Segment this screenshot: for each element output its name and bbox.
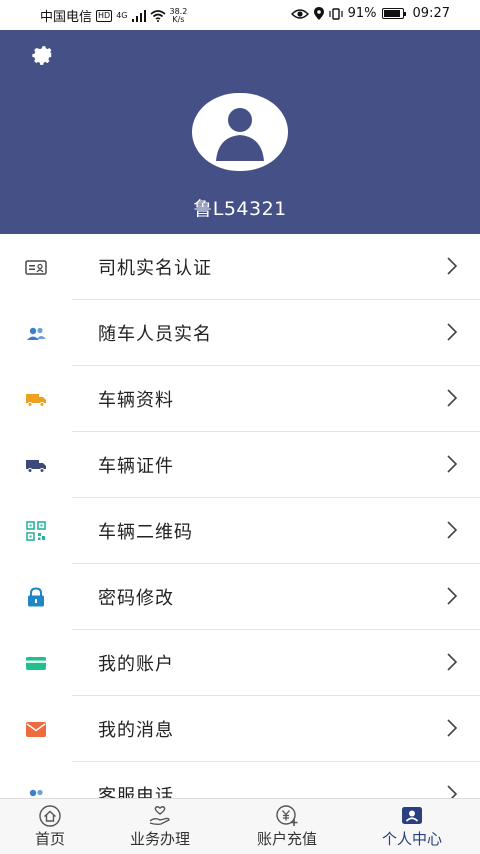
tab-yuan-add[interactable]: 账户充值 bbox=[232, 799, 342, 854]
vibrate-icon bbox=[329, 7, 343, 20]
bottom-nav: 首页 业务办理 账户充值 个人中心 bbox=[0, 798, 480, 854]
wifi-icon bbox=[149, 9, 166, 22]
yuan-add-icon bbox=[275, 805, 299, 827]
clock: 09:27 bbox=[412, 6, 450, 21]
menu-item-label: 司机实名认证 bbox=[98, 258, 212, 279]
profile-header: 鲁L54321 bbox=[0, 30, 480, 234]
battery-icon bbox=[381, 8, 406, 19]
tab-label: 个人中心 bbox=[381, 830, 442, 848]
eye-icon bbox=[290, 8, 309, 19]
menu-item-label: 密码修改 bbox=[98, 588, 174, 609]
net-speed: 38.2 K/s bbox=[170, 7, 188, 24]
service-hand-icon bbox=[148, 805, 172, 827]
menu-item[interactable]: 车辆证件 bbox=[0, 432, 480, 498]
truck-icon bbox=[25, 455, 47, 475]
menu-item[interactable]: 我的账户 bbox=[0, 630, 480, 696]
people-icon bbox=[25, 323, 47, 343]
mail-icon bbox=[25, 719, 47, 739]
menu-item[interactable]: 车辆二维码 bbox=[0, 498, 480, 564]
chevron-right-icon bbox=[446, 454, 458, 474]
tab-label: 账户充值 bbox=[256, 830, 317, 848]
user-avatar-icon bbox=[216, 108, 264, 161]
tab-label: 首页 bbox=[34, 830, 65, 848]
chevron-right-icon bbox=[446, 652, 458, 672]
card-icon bbox=[25, 653, 47, 673]
menu-item-label: 车辆证件 bbox=[98, 456, 174, 477]
tab-profile-card[interactable]: 个人中心 bbox=[357, 799, 467, 854]
chevron-right-icon bbox=[446, 520, 458, 540]
chevron-right-icon bbox=[446, 718, 458, 738]
status-bar: 中国电信 HD 4G 38.2 K/s 91% 09:27 bbox=[0, 0, 480, 30]
menu-item-label: 车辆资料 bbox=[98, 390, 174, 411]
location-icon bbox=[313, 7, 324, 20]
menu-item[interactable]: 随车人员实名 bbox=[0, 300, 480, 366]
hd-badge: HD bbox=[96, 9, 113, 22]
signal-icon bbox=[131, 9, 146, 22]
plate-number: 鲁L54321 bbox=[193, 198, 287, 220]
id-card-icon bbox=[25, 257, 47, 277]
profile-menu: 司机实名认证 随车人员实名 车辆资料 车辆证件 车辆二维码 密码修改 我的账户 我的消息 客服电… bbox=[0, 234, 480, 828]
menu-item-label: 随车人员实名 bbox=[98, 324, 212, 345]
tab-service-hand[interactable]: 业务办理 bbox=[105, 799, 215, 854]
menu-item-label: 车辆二维码 bbox=[98, 522, 193, 543]
lock-icon bbox=[25, 587, 47, 607]
tab-home[interactable]: 首页 bbox=[0, 799, 105, 854]
tab-label: 业务办理 bbox=[129, 830, 190, 848]
menu-item[interactable]: 司机实名认证 bbox=[0, 234, 480, 300]
chevron-right-icon bbox=[446, 256, 458, 276]
carrier-name: 中国电信 bbox=[40, 10, 93, 25]
gear-icon[interactable] bbox=[30, 42, 56, 68]
home-icon bbox=[38, 805, 62, 827]
chevron-right-icon bbox=[446, 388, 458, 408]
net-speed-unit: K/s bbox=[172, 14, 185, 24]
menu-item[interactable]: 我的消息 bbox=[0, 696, 480, 762]
menu-item-label: 我的账户 bbox=[98, 654, 174, 675]
status-left: 中国电信 HD 4G 38.2 K/s bbox=[40, 6, 187, 25]
menu-item[interactable]: 密码修改 bbox=[0, 564, 480, 630]
qr-code-icon bbox=[25, 521, 47, 541]
profile-card-icon bbox=[400, 805, 424, 827]
chevron-right-icon bbox=[446, 586, 458, 606]
battery-percent: 91% bbox=[347, 6, 377, 21]
status-right: 91% 09:27 bbox=[290, 6, 450, 21]
menu-item-label: 我的消息 bbox=[98, 720, 174, 741]
truck-icon bbox=[25, 389, 47, 409]
network-type: 4G bbox=[116, 11, 128, 20]
menu-item[interactable]: 车辆资料 bbox=[0, 366, 480, 432]
avatar[interactable] bbox=[192, 93, 288, 171]
chevron-right-icon bbox=[446, 322, 458, 342]
